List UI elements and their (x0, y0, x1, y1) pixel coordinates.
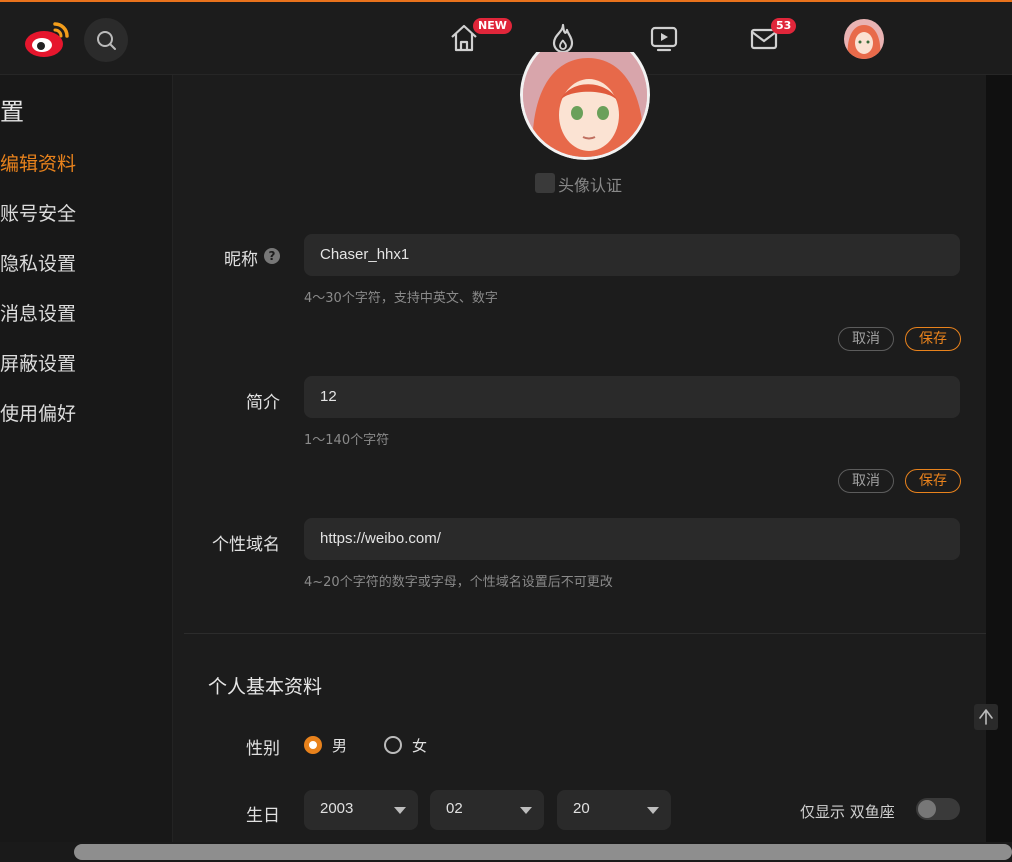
avatar-verify-link[interactable]: 头像认证 (558, 172, 622, 196)
search-button[interactable] (84, 18, 128, 62)
bio-hint: 1～140个字符 (304, 433, 390, 448)
gender-male-radio[interactable] (304, 736, 322, 754)
nickname-input[interactable]: Chaser_hhx1 (304, 234, 960, 276)
birthday-day-select[interactable]: 20 (557, 790, 671, 830)
nav-video-button[interactable] (647, 20, 681, 56)
domain-input[interactable]: https://weibo.com/ (304, 518, 960, 560)
chevron-down-icon[interactable] (394, 807, 406, 814)
sidebar-item-blocking[interactable]: 屏蔽设置 (0, 347, 156, 381)
zodiac-toggle-label: 仅显示 双鱼座 (800, 803, 895, 821)
toggle-knob (918, 800, 936, 818)
sidebar-item-account-security[interactable]: 账号安全 (0, 197, 156, 231)
back-to-top-button[interactable] (974, 704, 998, 730)
avatar-verify-icon[interactable] (535, 173, 555, 193)
video-play-icon (650, 26, 678, 52)
sidebar-item-privacy[interactable]: 隐私设置 (0, 247, 156, 281)
horizontal-scrollbar[interactable] (0, 842, 1012, 862)
domain-prefix: https://weibo.com/ (320, 530, 441, 547)
birthday-month-select[interactable]: 02 (430, 790, 544, 830)
bio-cancel-button[interactable]: 取消 (838, 469, 894, 493)
bio-save-button[interactable]: 保存 (905, 469, 961, 493)
flame-icon (552, 23, 574, 54)
nickname-cancel-button[interactable]: 取消 (838, 327, 894, 351)
birthday-label: 生日 (246, 806, 280, 826)
birthday-day-value[interactable]: 20 (573, 800, 590, 817)
chevron-down-icon[interactable] (647, 807, 659, 814)
gender-female-label[interactable]: 女 (412, 735, 427, 756)
nickname-hint: 4～30个字符，支持中英文、数字 (304, 291, 498, 306)
bio-label: 简介 (246, 393, 280, 413)
arrow-up-icon (979, 709, 993, 725)
birthday-year-value[interactable]: 2003 (320, 800, 353, 817)
user-avatar-button[interactable] (844, 19, 884, 59)
search-icon (97, 31, 116, 50)
settings-sidebar (0, 75, 172, 862)
nickname-help-icon[interactable]: ? (264, 248, 280, 264)
nav-home-button[interactable]: NEW (447, 18, 512, 56)
sidebar-item-messages[interactable]: 消息设置 (0, 297, 156, 331)
gender-male-label[interactable]: 男 (332, 735, 347, 756)
messages-count-badge: 53 (771, 18, 797, 34)
right-edge-strip (986, 75, 1012, 862)
weibo-logo-icon[interactable] (22, 16, 74, 62)
birthday-month-value[interactable]: 02 (446, 800, 463, 817)
section-divider (184, 633, 986, 634)
basic-info-title: 个人基本资料 (208, 676, 323, 698)
nav-messages-button[interactable]: 53 (747, 18, 797, 56)
sidebar-item-edit-profile[interactable]: 编辑资料 (0, 147, 156, 181)
zodiac-toggle[interactable] (916, 798, 960, 820)
top-navigation-bar: NEW 53 (0, 0, 1012, 75)
scrollbar-thumb[interactable] (74, 844, 1012, 860)
chevron-down-icon[interactable] (520, 807, 532, 814)
domain-hint: 4~20个字符的数字或字母，个性域名设置后不可更改 (304, 575, 613, 590)
sidebar-item-preferences[interactable]: 使用偏好 (0, 397, 156, 431)
birthday-year-select[interactable]: 2003 (304, 790, 418, 830)
nav-hot-button[interactable] (546, 20, 580, 56)
sidebar-title: 置 (0, 98, 24, 126)
home-new-badge: NEW (473, 18, 512, 34)
gender-female-radio[interactable] (384, 736, 402, 754)
gender-label: 性别 (246, 739, 280, 759)
nickname-label: 昵称 (224, 250, 258, 270)
domain-label: 个性域名 (212, 535, 280, 555)
avatar-icon (844, 19, 884, 59)
nickname-save-button[interactable]: 保存 (905, 327, 961, 351)
bio-input[interactable]: 12 (304, 376, 960, 418)
